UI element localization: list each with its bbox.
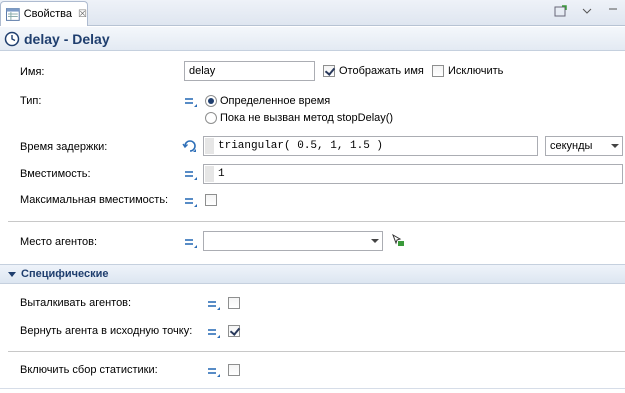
type-option-fixed-label: Определенное время [220, 95, 331, 107]
static-value-icon[interactable] [184, 237, 198, 249]
agent-location-select[interactable] [203, 231, 383, 251]
static-value-icon[interactable] [207, 366, 221, 378]
name-label: Имя: [20, 66, 45, 78]
static-value-icon[interactable] [184, 96, 198, 108]
bottom-divider [0, 388, 625, 389]
capacity-input[interactable]: 1 [203, 164, 623, 184]
delay-unit-select[interactable]: секунды [545, 136, 623, 156]
static-value-icon[interactable] [184, 169, 198, 181]
page-title: delay - Delay [24, 30, 110, 47]
exclude-label: Исключить [448, 65, 504, 77]
divider [8, 221, 625, 222]
agent-location-label: Место агентов: [20, 236, 98, 248]
exclude-checkbox[interactable] [432, 65, 444, 77]
max-capacity-checkbox[interactable] [205, 194, 217, 206]
capacity-value: 1 [218, 168, 225, 180]
minimize-icon[interactable] [605, 4, 621, 20]
close-icon[interactable]: ☒ [78, 9, 87, 20]
clock-icon [4, 31, 20, 46]
delay-unit-value: секунды [550, 140, 593, 152]
push-agents-checkbox[interactable] [228, 297, 240, 309]
divider [8, 351, 625, 352]
static-value-icon[interactable] [184, 196, 198, 208]
static-value-icon[interactable] [207, 327, 221, 339]
type-option-until-stop-label: Пока не вызван метод stopDelay() [220, 112, 394, 124]
chevron-down-icon [611, 144, 619, 148]
stats-checkbox[interactable] [228, 364, 240, 376]
delay-time-value: triangular( 0.5, 1, 1.5 ) [218, 140, 384, 152]
return-agent-checkbox[interactable] [228, 325, 240, 337]
chevron-down-icon [371, 239, 379, 243]
tab-label: Свойства [23, 8, 73, 20]
push-agents-label: Выталкивать агентов: [20, 297, 132, 309]
return-agent-label: Вернуть агента в исходную точку: [20, 325, 193, 337]
select-location-icon[interactable] [391, 233, 405, 247]
properties-icon [6, 7, 20, 21]
show-name-checkbox[interactable] [323, 65, 335, 77]
dynamic-value-icon[interactable] [182, 139, 198, 153]
type-radio-fixed[interactable] [205, 95, 217, 107]
view-menu-icon[interactable] [579, 4, 595, 20]
collapse-triangle-icon [8, 271, 16, 277]
name-input[interactable]: delay [184, 61, 315, 81]
tab-properties[interactable]: Свойства ☒ [0, 1, 88, 26]
stats-label: Включить сбор статистики: [20, 364, 158, 376]
type-label: Тип: [20, 95, 42, 107]
section-specific-title: Специфические [21, 268, 109, 280]
view-tab-bar: Свойства ☒ [0, 0, 625, 26]
show-name-label: Отображать имя [339, 65, 424, 77]
capacity-label: Вместимость: [20, 168, 91, 180]
static-value-icon[interactable] [207, 299, 221, 311]
section-specific[interactable]: Специфические [0, 264, 625, 284]
max-capacity-label: Максимальная вместимость: [20, 194, 169, 206]
pin-view-icon[interactable] [553, 4, 569, 20]
delay-time-input[interactable]: triangular( 0.5, 1, 1.5 ) [203, 136, 538, 156]
delay-time-label: Время задержки: [20, 141, 108, 153]
type-radio-until-stop[interactable] [205, 112, 217, 124]
properties-header: delay - Delay [0, 27, 625, 51]
